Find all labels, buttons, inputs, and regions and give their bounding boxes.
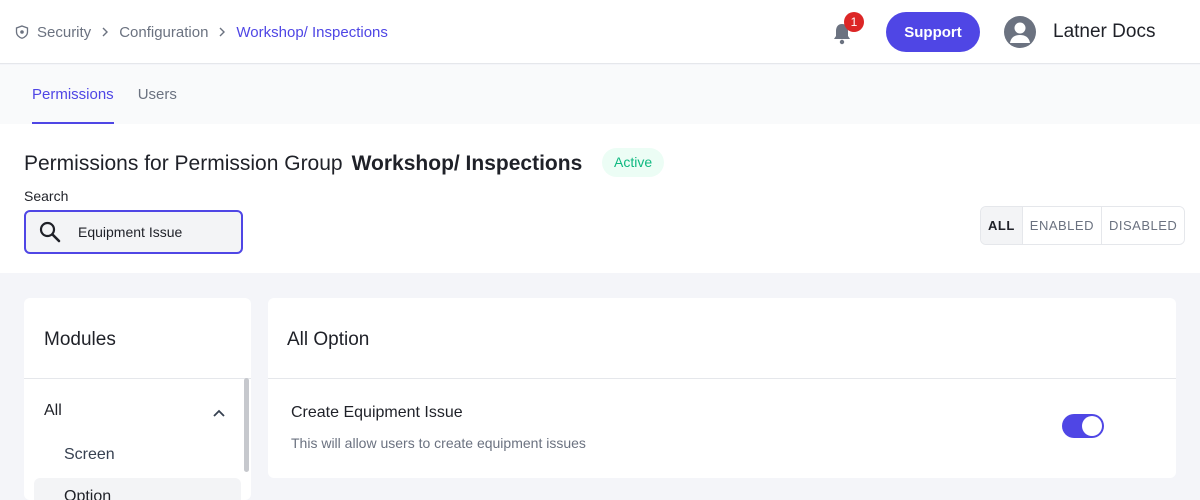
module-item-option[interactable]: Option <box>64 488 111 500</box>
tab-permissions[interactable]: Permissions <box>32 65 114 124</box>
search-box[interactable] <box>24 210 243 254</box>
search-label: Search <box>24 188 69 204</box>
notification-badge: 1 <box>844 12 864 32</box>
shield-icon <box>15 25 29 39</box>
breadcrumb-item-configuration[interactable]: Configuration <box>119 24 208 41</box>
page-title-prefix: Permissions for Permission Group <box>24 152 343 175</box>
filter-enabled-button[interactable]: ENABLED <box>1021 207 1101 244</box>
chevron-right-icon <box>218 27 226 37</box>
filter-all-button[interactable]: ALL <box>981 207 1022 244</box>
breadcrumb: Security Configuration Workshop/ Inspect… <box>15 0 388 64</box>
options-title: All Option <box>287 329 370 350</box>
filter-toggle-group: ALL ENABLED DISABLED <box>980 206 1186 245</box>
options-panel: All Option Create Equipment Issue This w… <box>268 298 1176 478</box>
status-badge: Active <box>602 148 665 177</box>
scrollbar[interactable] <box>244 378 249 472</box>
modules-panel: Modules All Screen Option <box>24 298 251 500</box>
user-name[interactable]: Latner Docs <box>1053 21 1155 43</box>
option-title: Create Equipment Issue <box>291 404 463 421</box>
page-title: Permissions for Permission Group Worksho… <box>24 152 582 176</box>
option-toggle[interactable] <box>1062 414 1104 438</box>
page-header: Permissions Users Permissions for Permis… <box>0 65 1200 273</box>
top-bar: Security Configuration Workshop/ Inspect… <box>0 0 1200 64</box>
option-description: This will allow users to create equipmen… <box>291 435 586 451</box>
module-item-all[interactable]: All <box>44 402 62 420</box>
toggle-knob <box>1082 416 1102 436</box>
divider <box>24 378 251 379</box>
tabs: Permissions Users <box>32 65 201 124</box>
modules-title: Modules <box>44 329 116 350</box>
chevron-right-icon <box>101 27 109 37</box>
module-item-screen[interactable]: Screen <box>64 446 115 464</box>
tab-users[interactable]: Users <box>138 65 177 124</box>
user-avatar-icon[interactable] <box>1004 16 1036 48</box>
filter-disabled-button[interactable]: DISABLED <box>1100 207 1185 244</box>
support-button[interactable]: Support <box>886 12 980 52</box>
breadcrumb-item-security[interactable]: Security <box>37 24 91 41</box>
page-title-group: Workshop/ Inspections <box>351 152 583 175</box>
breadcrumb-item-current: Workshop/ Inspections <box>236 23 388 41</box>
divider <box>268 378 1176 379</box>
search-icon <box>38 220 62 244</box>
search-input[interactable] <box>78 224 218 240</box>
chevron-up-icon[interactable] <box>212 405 226 417</box>
